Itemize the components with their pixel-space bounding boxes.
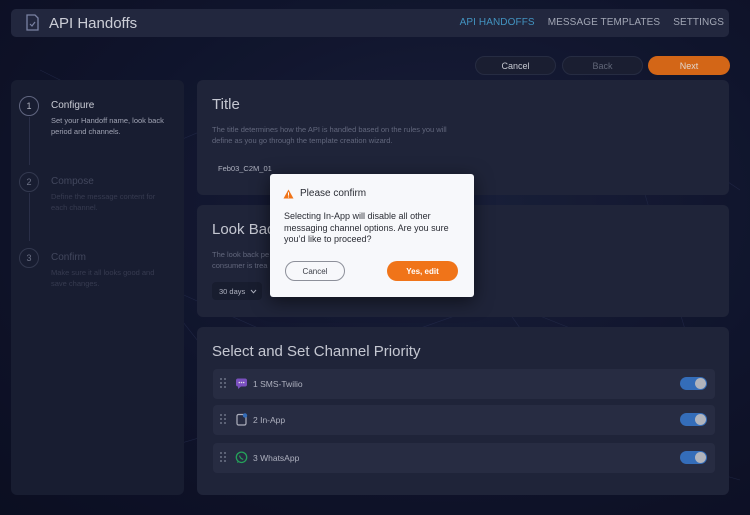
- dialog-title: Please confirm: [300, 188, 367, 199]
- warning-icon: [283, 189, 294, 199]
- dialog-confirm-button[interactable]: Yes, edit: [387, 261, 458, 281]
- dialog-message: Selecting In-App will disable all other …: [284, 211, 449, 244]
- confirm-dialog: Please confirm Selecting In-App will dis…: [270, 174, 474, 297]
- dialog-cancel-button[interactable]: Cancel: [285, 261, 345, 281]
